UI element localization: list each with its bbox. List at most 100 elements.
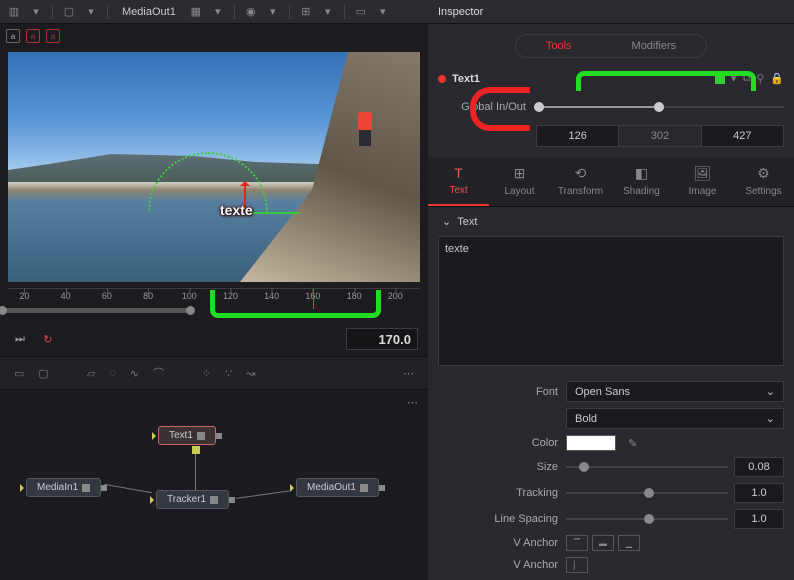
more-tools-icon[interactable]: ⋯ (403, 367, 414, 380)
size-row: Size 0.08 (428, 454, 794, 480)
node-port-out[interactable] (229, 497, 235, 503)
node-thumb-icon (210, 496, 218, 504)
global-in-thumb[interactable] (534, 102, 544, 112)
global-out-thumb[interactable] (654, 102, 664, 112)
text-input[interactable]: texte (438, 236, 784, 366)
eyedropper-icon[interactable]: ✎ (628, 437, 637, 450)
text-overlay[interactable]: texte (220, 202, 253, 218)
font-family-select[interactable]: Open Sans⌄ (566, 381, 784, 402)
color-row: Color ✎ (428, 432, 794, 454)
node-label: Tracker1 (167, 494, 206, 505)
time-ruler[interactable]: 20 40 60 80 100 120 140 160 180 200 (0, 288, 428, 322)
font-row: Font Open Sans⌄ (428, 378, 794, 405)
checker-icon[interactable]: ▦ (188, 4, 204, 20)
section-text-header[interactable]: ⌄ Text (428, 207, 794, 236)
size-slider[interactable] (566, 459, 728, 475)
linespacing-slider[interactable] (566, 511, 728, 527)
box-icon[interactable]: ▭ (353, 4, 369, 20)
lock-icon[interactable]: 🔒 (770, 72, 784, 85)
node-port-out[interactable] (379, 485, 385, 491)
node-thumb-icon (360, 484, 368, 492)
range-end-knob[interactable] (186, 306, 195, 315)
range-bar[interactable] (0, 308, 193, 313)
rect2-tool-icon[interactable]: ▢ (38, 367, 48, 380)
node-port-out[interactable] (101, 485, 107, 491)
tab-settings[interactable]: ⚙Settings (733, 157, 794, 206)
range-start-knob[interactable] (0, 306, 7, 315)
dropdown-icon[interactable]: ▾ (28, 4, 44, 20)
color-label: Color (438, 437, 558, 449)
dropdown-icon[interactable]: ▾ (265, 4, 281, 20)
node-text1[interactable]: Text1 (158, 426, 216, 445)
node-link (104, 484, 151, 493)
node-label: MediaIn1 (37, 482, 78, 493)
node-graph[interactable]: ⋯ Text1 MediaIn1 Tracker1 Med (0, 390, 428, 580)
linespacing-value[interactable]: 1.0 (734, 509, 784, 529)
node-mediain1[interactable]: MediaIn1 (26, 478, 101, 497)
tab-tools[interactable]: Tools (516, 35, 602, 57)
tracking-value[interactable]: 1.0 (734, 483, 784, 503)
size-value[interactable]: 0.08 (734, 457, 784, 477)
tab-modifiers[interactable]: Modifiers (602, 35, 707, 57)
global-in-value[interactable]: 126 (536, 125, 619, 147)
dropdown-icon[interactable]: ▾ (320, 4, 336, 20)
path-icon[interactable]: ↝ (246, 367, 255, 380)
tag-a[interactable]: a (6, 29, 20, 43)
ruler-tick: 40 (61, 291, 71, 301)
chevron-down-icon: ⌄ (766, 412, 775, 425)
particles-icon[interactable]: ⁘ (202, 367, 211, 380)
node-port-in[interactable] (20, 484, 28, 492)
tracking-slider[interactable] (566, 485, 728, 501)
v-anchor-row: V Anchor ▔ ▬ ▁ (428, 532, 794, 554)
anchor-bottom-button[interactable]: ▁ (618, 535, 640, 551)
tag-a-red2[interactable]: a (46, 29, 60, 43)
chevron-down-icon: ⌄ (766, 385, 775, 398)
current-frame-field[interactable] (346, 328, 418, 350)
node-link (195, 454, 196, 490)
rect-tool-icon[interactable]: ▭ (14, 367, 24, 380)
global-out-value[interactable]: 427 (701, 125, 784, 147)
skip-end-icon[interactable]: ⏭ (10, 329, 30, 349)
tab-text[interactable]: TText (428, 157, 489, 206)
node-mediaout1[interactable]: MediaOut1 (296, 478, 379, 497)
tab-shading[interactable]: ◧Shading (611, 157, 672, 206)
viewer-toolbar: ▥ ▾ ▢ ▾ MediaOut1 ▦ ▾ ◉ ▾ ⊞ ▾ ▭ ▾ (0, 0, 428, 24)
anchor-middle-button[interactable]: ▬ (592, 535, 614, 551)
node-label: MediaOut1 (307, 482, 356, 493)
grid-icon[interactable]: ⊞ (298, 4, 314, 20)
gear-icon: ⚙ (757, 165, 770, 182)
ruler-tick: 100 (182, 291, 197, 301)
tracking-row: Tracking 1.0 (428, 480, 794, 506)
node-port-in[interactable] (150, 496, 158, 504)
scatter-icon[interactable]: ∵ (225, 367, 232, 380)
curve-icon[interactable]: ∿ (130, 367, 139, 380)
font-weight-select[interactable]: Bold⌄ (566, 408, 784, 429)
color-swatch[interactable] (566, 435, 616, 451)
dropdown-icon[interactable]: ▾ (83, 4, 99, 20)
globe-icon[interactable]: ◉ (243, 4, 259, 20)
pin-icon[interactable]: ⚲ (756, 72, 764, 85)
dropdown-icon[interactable]: ▾ (210, 4, 226, 20)
node-tracker1[interactable]: Tracker1 (156, 490, 229, 509)
node-thumb-icon (82, 484, 90, 492)
node-link (236, 490, 292, 499)
node-color-dot[interactable] (438, 75, 446, 83)
tab-transform[interactable]: ⟲Transform (550, 157, 611, 206)
node-port-out[interactable] (216, 433, 222, 439)
square-icon[interactable]: ▢ (61, 4, 77, 20)
dropdown-icon[interactable]: ▾ (375, 4, 391, 20)
global-slider[interactable] (534, 97, 784, 117)
more-icon[interactable]: ⋯ (407, 396, 418, 409)
tab-image[interactable]: 🖼Image (672, 157, 733, 206)
ellipse-dots-icon[interactable]: ◌ (109, 367, 116, 379)
preview-viewer[interactable]: texte (8, 52, 420, 282)
crop-icon[interactable]: ▱ (87, 367, 95, 380)
loop-icon[interactable]: ↻ (38, 329, 58, 349)
tab-layout[interactable]: ⊞Layout (489, 157, 550, 206)
node-port-in[interactable] (152, 432, 160, 440)
arc-icon[interactable]: ⌒ (153, 365, 164, 381)
tag-a-red[interactable]: a (26, 29, 40, 43)
anchor-left-button[interactable]: ▏ (566, 557, 588, 573)
layout-icon[interactable]: ▥ (6, 4, 22, 20)
anchor-top-button[interactable]: ▔ (566, 535, 588, 551)
